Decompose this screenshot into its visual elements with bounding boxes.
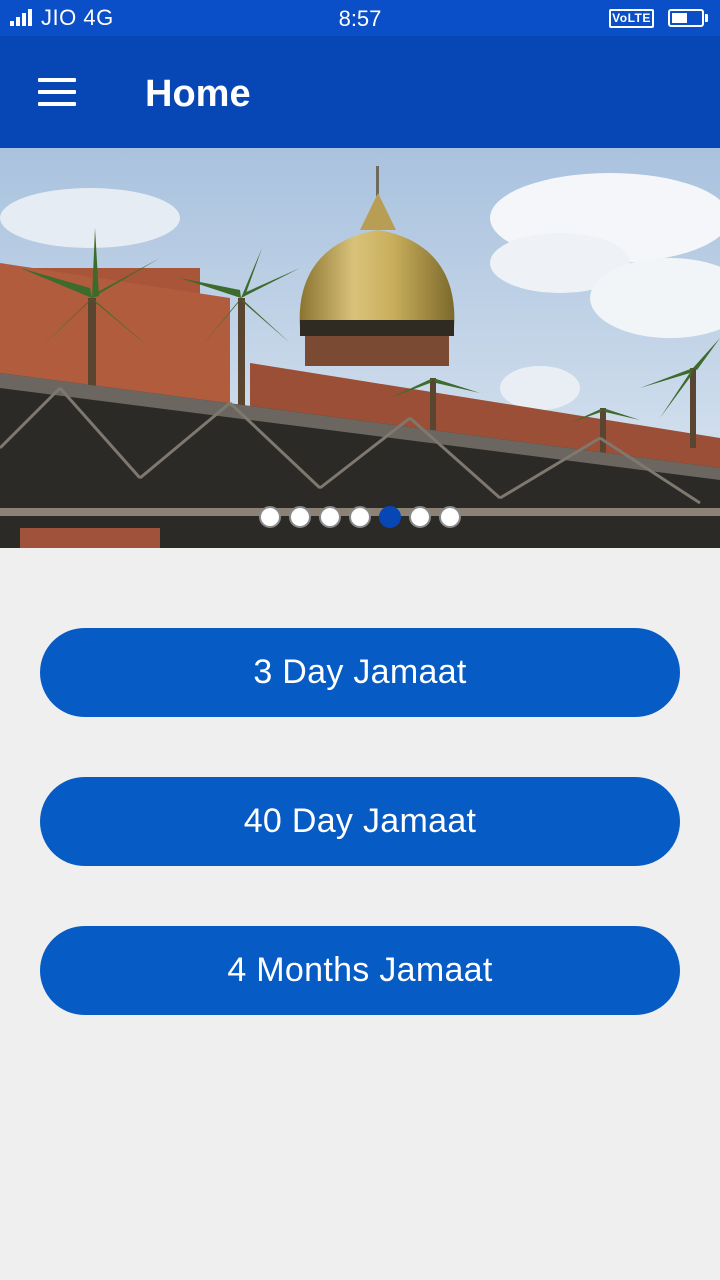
page-title: Home [145, 73, 251, 115]
carousel-dot[interactable] [439, 506, 461, 528]
carousel-dot[interactable] [319, 506, 341, 528]
three-day-jamaat-button[interactable]: 3 Day Jamaat [40, 628, 680, 717]
hamburger-menu-icon[interactable] [26, 66, 86, 118]
battery-level-fill [672, 13, 687, 23]
image-carousel[interactable] [0, 148, 720, 548]
app-bar: Home [0, 36, 720, 148]
carousel-dot[interactable] [379, 506, 401, 528]
volte-badge: VoLTE [609, 9, 654, 28]
carousel-dot[interactable] [289, 506, 311, 528]
carousel-dot[interactable] [259, 506, 281, 528]
status-bar: JIO 4G 8:57 VoLTE [0, 0, 720, 36]
carousel-indicators [0, 506, 720, 528]
mosque-banner-image [0, 148, 720, 548]
battery-icon [668, 9, 704, 27]
four-months-jamaat-button[interactable]: 4 Months Jamaat [40, 926, 680, 1015]
battery-tip [705, 14, 708, 22]
forty-day-jamaat-button[interactable]: 40 Day Jamaat [40, 777, 680, 866]
carousel-dot[interactable] [349, 506, 371, 528]
carousel-dot[interactable] [409, 506, 431, 528]
